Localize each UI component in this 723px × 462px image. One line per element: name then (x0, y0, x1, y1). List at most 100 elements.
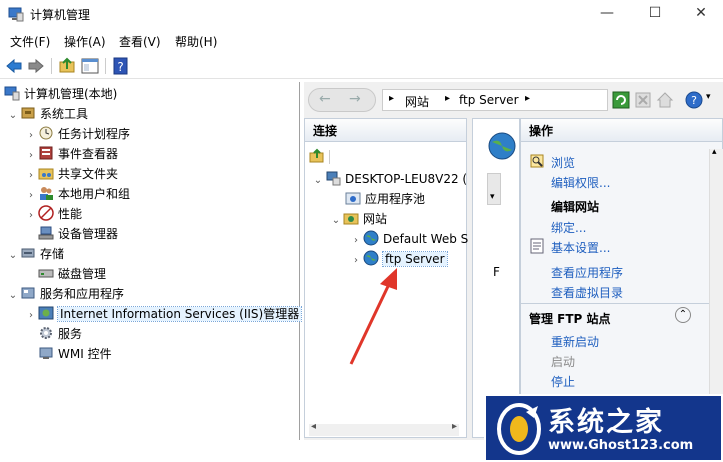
breadcrumb-ftp-server[interactable]: ftp Server (459, 93, 519, 107)
sites-folder-icon (343, 213, 359, 225)
tools-icon (21, 107, 35, 119)
tree-item-services-apps[interactable]: ⌄ 服务和应用程序 (6, 284, 124, 304)
tree-label: 计算机管理(本地) (24, 87, 118, 101)
stop-icon[interactable] (634, 91, 652, 109)
collapse-icon[interactable]: ⌄ (6, 246, 20, 266)
computer-management-icon (8, 7, 24, 22)
expand-icon[interactable]: › (349, 231, 363, 251)
conn-item-host[interactable]: ⌄ DESKTOP-LEU8V22 ( (311, 169, 467, 189)
help-dropdown-icon[interactable]: ▾ (706, 92, 711, 102)
tree-item-device-manager[interactable]: 设备管理器 (38, 224, 118, 244)
services-gear-icon (40, 327, 52, 339)
expand-icon[interactable]: › (24, 126, 38, 146)
tree-item-root[interactable]: 计算机管理(本地) (4, 84, 117, 104)
menu-file[interactable]: 文件(F) (10, 33, 50, 50)
tree-label: 系统工具 (40, 107, 89, 121)
collapse-icon[interactable]: ⌄ (6, 106, 20, 126)
vertical-scrollbar[interactable]: ▾ (487, 173, 501, 205)
conn-item-default-site[interactable]: › Default Web S (349, 229, 468, 249)
expand-icon[interactable]: › (24, 166, 38, 186)
actions-pane: 操作 ▴ 浏览 编辑权限... 编辑网站 绑定... 基本设置... 查看应用程… (520, 118, 723, 439)
close-button[interactable]: ✕ (678, 0, 723, 28)
tree-label: 磁盘管理 (58, 267, 107, 281)
svg-text:?: ? (117, 60, 123, 74)
action-view-virtual-dirs[interactable]: 查看虚拟目录 (551, 284, 623, 301)
expand-icon[interactable]: › (24, 186, 38, 206)
tree-label: DESKTOP-LEU8V22 ( (345, 172, 468, 186)
globe-large-icon (488, 132, 516, 160)
action-view-applications[interactable]: 查看应用程序 (551, 264, 623, 281)
refresh-icon[interactable] (612, 91, 630, 109)
browse-icon (530, 154, 544, 168)
action-basic-settings[interactable]: 基本设置... (551, 239, 610, 256)
watermark-name: 系统之家 (548, 407, 664, 438)
expand-icon[interactable]: › (24, 206, 38, 226)
action-stop[interactable]: 停止 (551, 373, 575, 390)
toolbar: ? (0, 53, 723, 79)
iis-icon (38, 306, 54, 320)
help-icon[interactable]: ? (112, 57, 130, 75)
tree-item-storage[interactable]: ⌄ 存储 (6, 244, 64, 264)
tree-item-services[interactable]: 服务 (38, 324, 82, 344)
menu-action[interactable]: 操作(A) (64, 33, 106, 50)
expand-icon[interactable]: › (24, 306, 38, 326)
tree-item-performance[interactable]: › 性能 (24, 204, 82, 224)
minimize-button[interactable]: — (584, 0, 630, 28)
tree-item-shared-folders[interactable]: › 共享文件夹 (24, 164, 118, 184)
watermark-logo: 系统之家 www.Ghost123.com (484, 394, 723, 462)
section-divider (521, 303, 709, 304)
tree-item-disk-management[interactable]: 磁盘管理 (38, 264, 106, 284)
svg-text:?: ? (691, 94, 697, 107)
disk-icon (38, 269, 54, 278)
features-text: F (493, 265, 500, 279)
collapse-icon[interactable]: ⌄ (6, 286, 20, 306)
conn-item-app-pools[interactable]: 应用程序池 (345, 189, 425, 209)
horizontal-scrollbar[interactable]: ◂ ▸ (309, 421, 459, 436)
iis-forward-icon[interactable]: → (349, 91, 361, 107)
collapse-icon[interactable]: ⌄ (311, 171, 325, 191)
breadcrumb-sites[interactable]: 网站 (405, 93, 429, 110)
scroll-left-icon[interactable]: ◂ (311, 421, 316, 432)
tree-label: 应用程序池 (365, 192, 426, 206)
conn-item-sites[interactable]: ⌄ 网站 (329, 209, 387, 229)
tree-item-iis-manager[interactable]: › Internet Information Services (IIS)管理器 (24, 304, 303, 326)
event-viewer-icon (39, 146, 53, 160)
tree-item-event-viewer[interactable]: › 事件查看器 (24, 144, 118, 164)
tree-label: WMI 控件 (58, 347, 112, 361)
show-hide-tree-icon[interactable] (81, 57, 99, 75)
action-edit-permissions[interactable]: 编辑权限... (551, 174, 610, 191)
maximize-button[interactable]: ☐ (632, 0, 678, 28)
menu-help[interactable]: 帮助(H) (175, 33, 217, 50)
action-bindings[interactable]: 绑定... (551, 219, 586, 236)
connect-icon[interactable] (309, 148, 325, 164)
breadcrumb[interactable]: ▸ 网站 ▸ ftp Server ▸ (382, 89, 608, 111)
tree-item-wmi[interactable]: WMI 控件 (38, 344, 112, 364)
tree-item-local-users[interactable]: › 本地用户和组 (24, 184, 130, 204)
nav-buttons: ← → (308, 88, 376, 112)
action-start: 启动 (551, 355, 576, 369)
tree-label: 任务计划程序 (58, 127, 131, 141)
scroll-right-icon[interactable]: ▸ (452, 421, 457, 432)
home-icon[interactable] (656, 91, 674, 109)
forward-icon[interactable] (27, 57, 45, 75)
server-icon (326, 171, 341, 186)
shared-folder-icon (38, 168, 54, 180)
menu-view[interactable]: 查看(V) (119, 33, 161, 50)
collapse-icon[interactable]: ⌄ (329, 211, 343, 231)
tree-item-task-scheduler[interactable]: › 任务计划程序 (24, 124, 130, 144)
action-restart[interactable]: 重新启动 (551, 333, 599, 350)
help-circle-icon[interactable]: ? (685, 91, 703, 109)
scroll-up-icon[interactable]: ▴ (712, 147, 717, 157)
back-icon[interactable] (5, 57, 23, 75)
up-folder-icon[interactable] (58, 57, 76, 75)
settings-doc-icon (530, 238, 544, 254)
iis-back-icon[interactable]: ← (319, 91, 331, 107)
scroll-down-icon[interactable]: ▾ (490, 192, 495, 202)
tree-label: 性能 (58, 207, 83, 221)
collapse-section-icon[interactable]: ⌃ (675, 307, 691, 323)
tree-item-system-tools[interactable]: ⌄ 系统工具 (6, 104, 88, 124)
expand-icon[interactable]: › (24, 146, 38, 166)
action-browse[interactable]: 浏览 (551, 154, 575, 171)
breadcrumb-arrow-icon: ▸ (445, 93, 451, 104)
tree-label: 服务 (58, 327, 83, 341)
